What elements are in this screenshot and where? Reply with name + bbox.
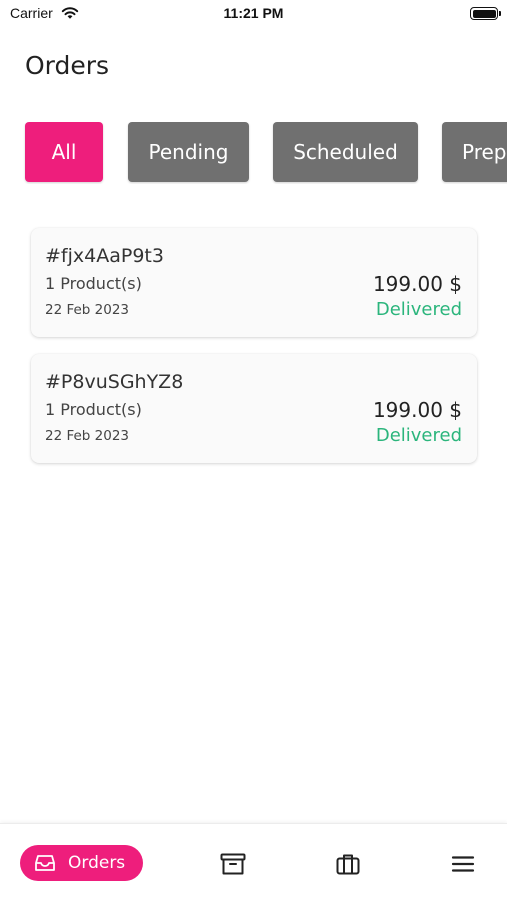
order-product-count: 1 Product(s) [45,400,142,419]
order-card[interactable]: #P8vuSGhYZ8 1 Product(s) 22 Feb 2023 199… [31,354,477,463]
order-card[interactable]: #fjx4AaP9t3 1 Product(s) 22 Feb 2023 199… [31,228,477,337]
battery-icon [470,7,498,20]
order-date: 22 Feb 2023 [45,428,130,444]
status-time: 11:21 PM [223,5,284,21]
status-bar: Carrier 11:21 PM [0,0,507,30]
tab-pending[interactable]: Pending [128,122,249,182]
bottom-nav: Orders [0,823,507,900]
menu-icon[interactable] [450,852,476,876]
order-price: 199.00 $ [372,398,462,422]
nav-orders-button[interactable]: Orders [20,845,143,881]
tab-all[interactable]: All [25,122,103,182]
order-price: 199.00 $ [372,272,462,296]
tab-scheduled[interactable]: Scheduled [273,122,418,182]
order-status: Delivered [375,299,462,320]
order-date: 22 Feb 2023 [45,302,130,318]
order-id: #P8vuSGhYZ8 [45,371,184,393]
order-status: Delivered [375,425,462,446]
battery-cap [499,11,501,16]
tab-prep[interactable]: Prep [442,122,507,182]
nav-orders-label: Orders [68,853,126,873]
order-id: #fjx4AaP9t3 [45,245,164,267]
briefcase-icon[interactable] [335,852,361,876]
inbox-icon [35,855,55,871]
page-title: Orders [25,51,110,80]
order-product-count: 1 Product(s) [45,274,142,293]
order-filter-tabs: All Pending Scheduled Prep [0,122,507,184]
archive-icon[interactable] [220,852,246,876]
